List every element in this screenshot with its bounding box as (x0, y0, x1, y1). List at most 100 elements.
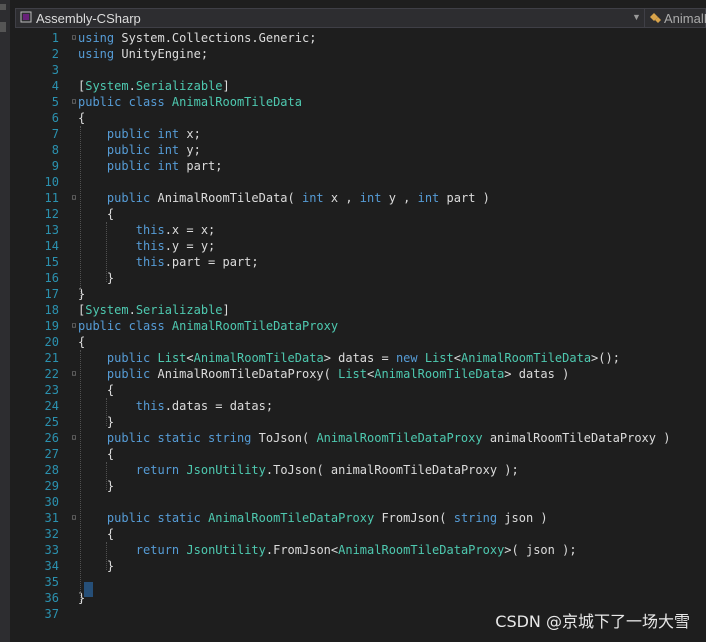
code-line[interactable]: { (78, 334, 85, 350)
line-number: 15 (44, 255, 59, 269)
code-line[interactable]: [System.Serializable] (78, 78, 230, 94)
code-token: AnimalRoomTileData (374, 367, 505, 381)
line-number: 1 (51, 31, 59, 45)
line-number: 33 (44, 543, 59, 557)
code-line[interactable]: } (78, 558, 114, 574)
code-token: y , (381, 191, 418, 205)
line-number: 2 (51, 47, 59, 61)
code-token: { (78, 447, 115, 461)
code-token: public (106, 191, 151, 205)
collapse-icon[interactable]: ▫ (71, 97, 80, 107)
indent-guide (106, 462, 107, 490)
csharp-project-icon (20, 11, 32, 23)
code-line[interactable]: this.y = y; (78, 238, 215, 254)
strip-mark (0, 4, 6, 10)
code-token: using (78, 47, 115, 61)
code-token: new (395, 351, 418, 365)
code-line[interactable]: return JsonUtility.FromJson<AnimalRoomTi… (78, 542, 577, 558)
collapse-icon[interactable]: ▫ (71, 513, 80, 523)
line-number: 8 (51, 143, 59, 157)
collapse-icon[interactable]: ▫ (71, 369, 80, 379)
code-line[interactable]: public int part; (78, 158, 223, 174)
code-token: . (128, 303, 136, 317)
code-token: public int (106, 127, 180, 141)
collapse-icon[interactable]: ▫ (71, 193, 80, 203)
line-number: 20 (44, 335, 59, 349)
code-token: public static (106, 511, 201, 525)
code-token: x; (179, 127, 201, 141)
code-line[interactable]: this.datas = datas; (78, 398, 273, 414)
line-number: 17 (44, 287, 59, 301)
code-line[interactable]: { (78, 382, 114, 398)
code-token: x , (323, 191, 360, 205)
code-line[interactable]: public AnimalRoomTileData( int x , int y… (78, 190, 490, 206)
code-line[interactable]: { (78, 446, 114, 462)
code-line[interactable]: public static AnimalRoomTileDataProxy Fr… (78, 510, 548, 526)
line-number-gutter: 1 2 3 4 5 6 7 8 9 10 11 12 13 14 15 16 17 18 19 20 21 22 23 24 2… (15, 30, 59, 642)
line-number: 36 (44, 591, 59, 605)
code-line[interactable]: { (78, 526, 114, 542)
line-number: 10 (44, 175, 59, 189)
code-line[interactable]: } (78, 414, 114, 430)
code-token: } (78, 415, 115, 429)
indent-guide (106, 542, 107, 570)
code-token: public int (106, 143, 180, 157)
code-line[interactable]: } (78, 478, 114, 494)
line-number: 35 (44, 575, 59, 589)
line-number: 30 (44, 495, 59, 509)
code-token: AnimalRoomTileDataProxy (208, 511, 375, 525)
collapse-icon[interactable]: ▫ (71, 433, 80, 443)
code-line[interactable]: public int y; (78, 142, 201, 158)
collapse-icon[interactable]: ▫ (71, 33, 80, 43)
code-line[interactable]: } (78, 270, 114, 286)
line-number: 37 (44, 607, 59, 621)
code-line[interactable]: public List<AnimalRoomTileData> datas = … (78, 350, 620, 366)
code-token: AnimalRoomTileData( (150, 191, 302, 205)
code-line[interactable]: public class AnimalRoomTileData (78, 94, 302, 110)
code-token: this (135, 239, 165, 253)
collapse-icon[interactable]: ▫ (71, 321, 80, 331)
code-line[interactable]: { (78, 206, 114, 222)
line-number: 16 (44, 271, 59, 285)
code-token: AnimalRoomTileDataProxy( (150, 367, 339, 381)
code-token: this (135, 255, 165, 269)
project-dropdown[interactable]: Assembly-CSharp (36, 11, 141, 26)
code-line[interactable]: this.x = x; (78, 222, 215, 238)
line-number: 21 (44, 351, 59, 365)
indent-guide (106, 222, 107, 282)
chevron-down-icon[interactable]: ▼ (632, 12, 641, 22)
code-token: < (186, 351, 194, 365)
member-dropdown[interactable]: AnimalR (664, 11, 706, 26)
code-line[interactable]: using System.Collections.Generic; (78, 30, 316, 46)
code-line[interactable]: using UnityEngine; (78, 46, 208, 62)
code-line[interactable]: return JsonUtility.ToJson( animalRoomTil… (78, 462, 519, 478)
code-token: . (128, 79, 136, 93)
code-token: >(); (591, 351, 620, 365)
code-token: .part = part; (164, 255, 259, 269)
text-caret (84, 582, 93, 597)
navigation-bar: Assembly-CSharp ▼ AnimalR (15, 8, 706, 28)
code-line[interactable]: public class AnimalRoomTileDataProxy (78, 318, 338, 334)
code-token: JsonUtility (186, 463, 266, 477)
line-number: 18 (44, 303, 59, 317)
code-token: ] (222, 303, 230, 317)
code-line[interactable]: { (78, 110, 85, 126)
indent-guide (80, 126, 81, 298)
line-number: 22 (44, 367, 59, 381)
code-token: System (85, 79, 129, 93)
code-token: .x = x; (164, 223, 216, 237)
code-token: public int (106, 159, 180, 173)
code-token: AnimalRoomTileData (171, 95, 302, 109)
line-number: 12 (44, 207, 59, 221)
code-line[interactable]: public int x; (78, 126, 201, 142)
code-line[interactable]: [System.Serializable] (78, 302, 230, 318)
code-line[interactable]: public static string ToJson( AnimalRoomT… (78, 430, 671, 446)
code-token: > datas = (323, 351, 396, 365)
code-line[interactable]: public AnimalRoomTileDataProxy( List<Ani… (78, 366, 569, 382)
